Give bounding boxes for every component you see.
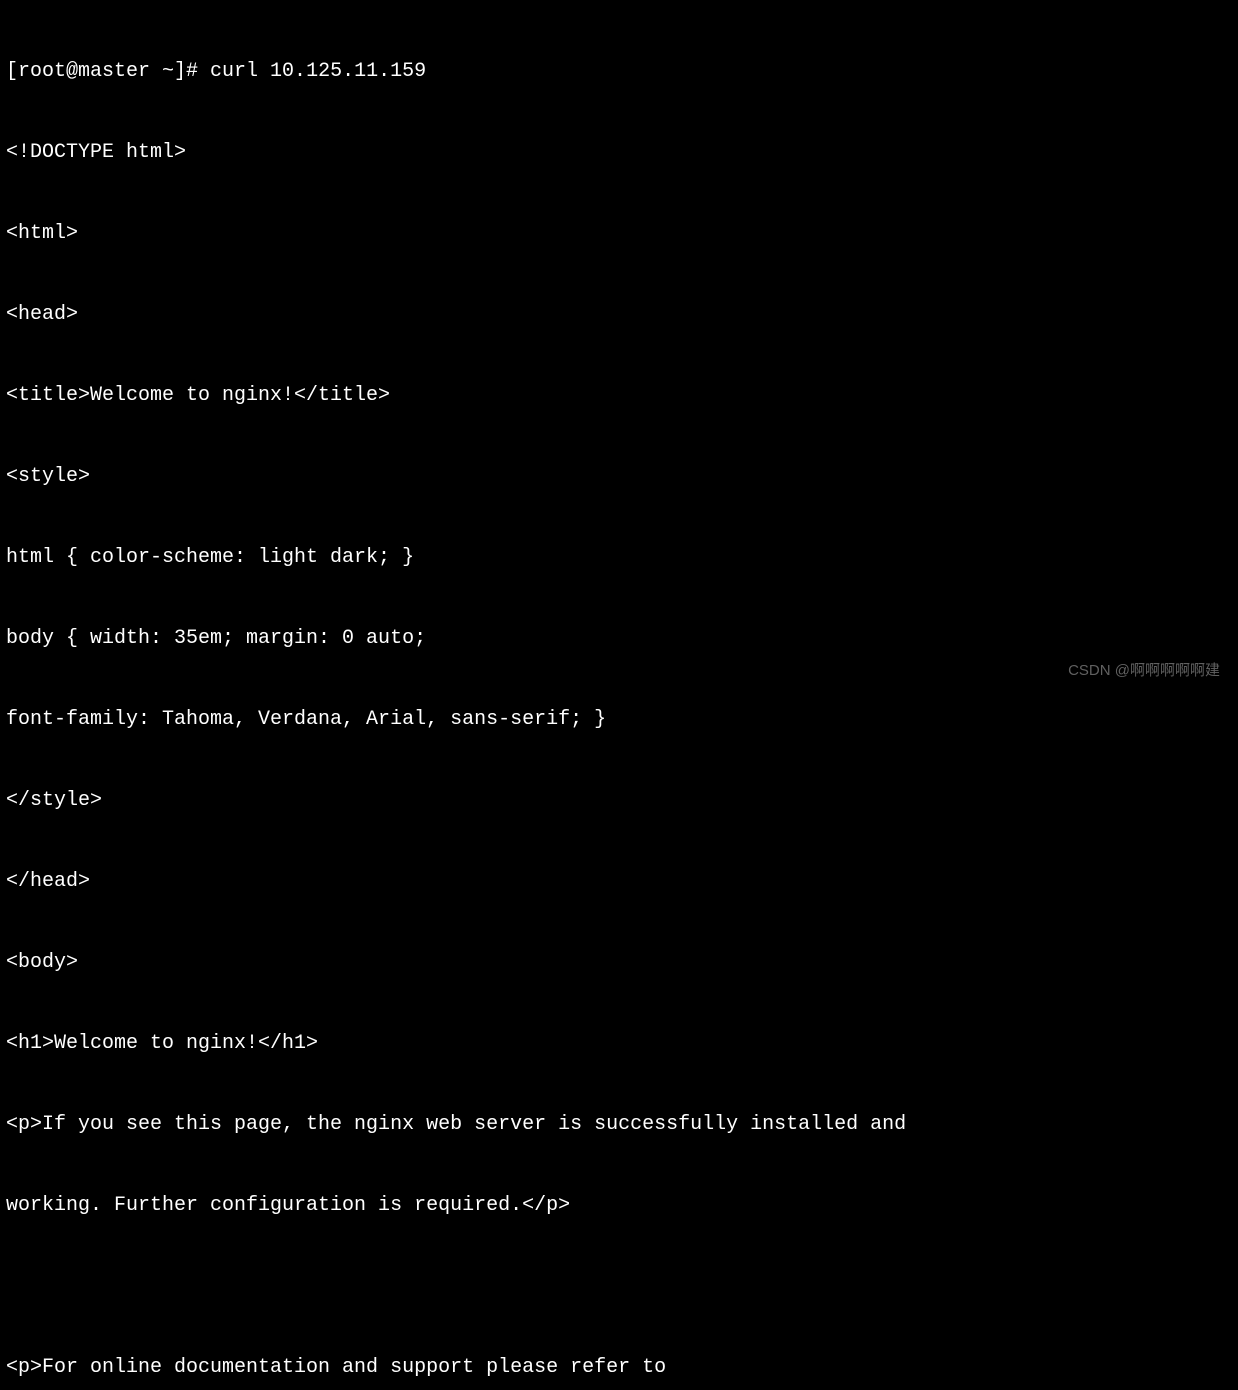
output-line: <!DOCTYPE html> [6,139,1232,166]
output-line: body { width: 35em; margin: 0 auto; [6,625,1232,652]
output-line: <style> [6,463,1232,490]
output-line: working. Further configuration is requir… [6,1192,1232,1219]
output-line: <h1>Welcome to nginx!</h1> [6,1030,1232,1057]
output-line: <head> [6,301,1232,328]
output-line: </head> [6,868,1232,895]
output-line: <p>If you see this page, the nginx web s… [6,1111,1232,1138]
output-line: <title>Welcome to nginx!</title> [6,382,1232,409]
output-line [6,1273,1232,1300]
shell-prompt: [root@master ~]# [6,60,210,83]
output-line: </style> [6,787,1232,814]
watermark-text: CSDN @啊啊啊啊啊建 [1068,661,1220,681]
command-text: curl 10.125.11.159 [210,60,426,83]
terminal-window[interactable]: [root@master ~]# curl 10.125.11.159 <!DO… [6,4,1232,1390]
command-line-1: [root@master ~]# curl 10.125.11.159 [6,58,1232,85]
output-line: font-family: Tahoma, Verdana, Arial, san… [6,706,1232,733]
output-line: html { color-scheme: light dark; } [6,544,1232,571]
output-line: <body> [6,949,1232,976]
output-line: <html> [6,220,1232,247]
output-line: <p>For online documentation and support … [6,1354,1232,1381]
